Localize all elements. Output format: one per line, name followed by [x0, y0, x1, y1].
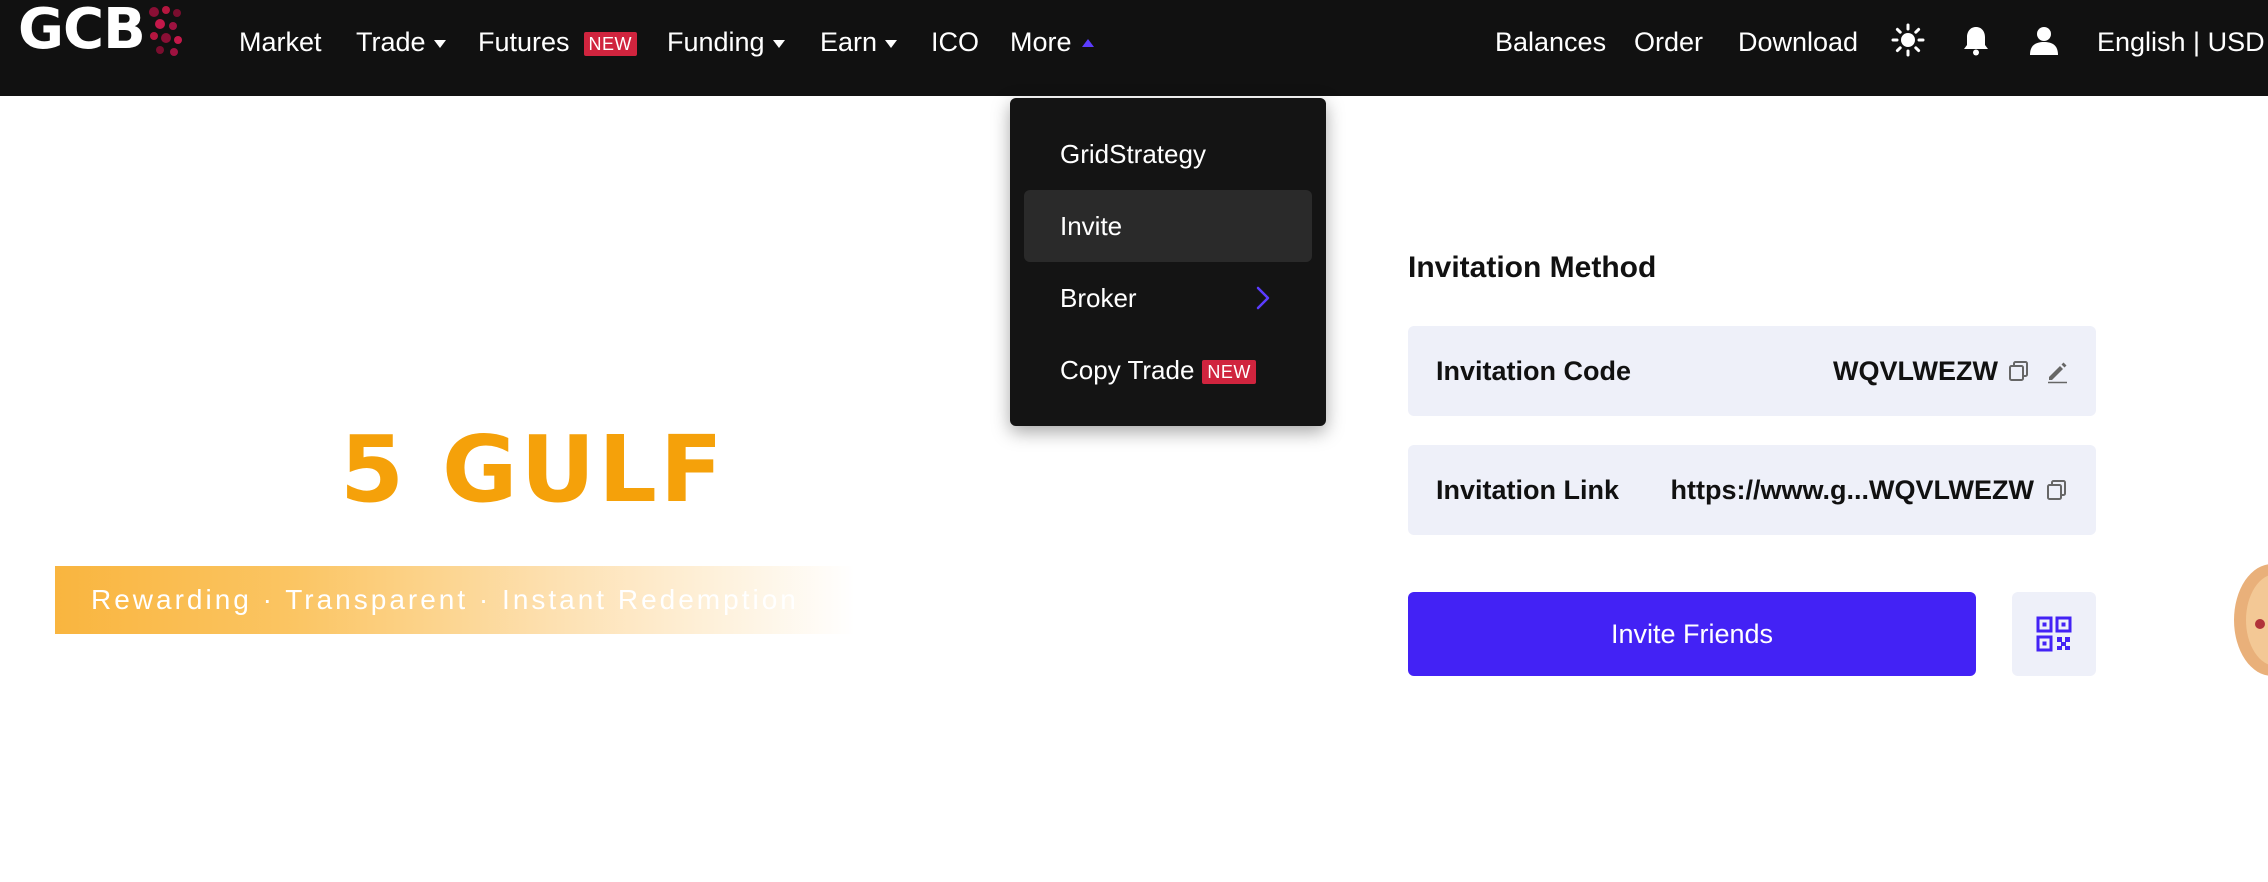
menu-item-label: Invite [1060, 210, 1123, 241]
invite-friends-label: Invite Friends [1610, 618, 1774, 649]
caret-down-icon [772, 40, 785, 48]
menu-item-copy-trade[interactable]: Copy Trade NEW [1024, 334, 1312, 406]
nav-ico-label: ICO [931, 26, 980, 57]
sun-icon [1891, 23, 1925, 57]
notifications-button[interactable] [1958, 22, 1994, 58]
theme-toggle[interactable] [1890, 22, 1926, 58]
logo-text: GCB [18, 0, 146, 62]
menu-item-broker[interactable]: Broker [1024, 262, 1312, 334]
invitation-method-title: Invitation Method [1408, 251, 1657, 284]
copy-icon[interactable] [2006, 358, 2032, 384]
nav-earn[interactable]: Earn [820, 22, 898, 62]
copy-icon[interactable] [2044, 477, 2070, 503]
nav-trade-label: Trade [356, 26, 426, 57]
user-icon [2030, 27, 2058, 55]
top-nav-bar: GCB Market Trade Futures NEW Funding Ear… [0, 0, 2268, 96]
qr-code-icon [2036, 616, 2072, 652]
locale-label: English | USD [2097, 26, 2265, 57]
nav-market[interactable]: Market [239, 22, 322, 62]
nav-order-label: Order [1634, 26, 1704, 57]
nav-more-label: More [1010, 26, 1072, 57]
nav-order[interactable]: Order [1634, 22, 1703, 62]
invitation-link-value: https://www.g...WQVLWEZW [1670, 475, 2034, 505]
menu-item-label: Broker [1060, 282, 1137, 313]
nav-ico[interactable]: ICO [931, 22, 979, 62]
nav-earn-label: Earn [820, 26, 878, 57]
menu-item-invite[interactable]: Invite [1024, 190, 1312, 262]
bell-icon [1964, 27, 1988, 56]
nav-download[interactable]: Download [1738, 22, 1858, 62]
promo-title: 5 GULF [340, 416, 726, 523]
promo-tagline: Rewarding · Transparent · Instant Redemp… [91, 584, 799, 615]
nav-balances-label: Balances [1495, 26, 1607, 57]
nav-balances[interactable]: Balances [1495, 22, 1606, 62]
decorative-coin-image [2234, 564, 2268, 676]
menu-item-label: Copy Trade [1060, 354, 1195, 385]
nav-trade[interactable]: Trade [356, 22, 446, 62]
menu-item-label: GridStrategy [1060, 138, 1206, 169]
promo-tagline-strip: Rewarding · Transparent · Instant Redemp… [55, 566, 855, 634]
account-button[interactable] [2026, 22, 2062, 58]
nav-futures-label: Futures [478, 26, 570, 57]
nav-download-label: Download [1738, 26, 1859, 57]
new-badge: NEW [583, 32, 638, 56]
invitation-code-box: Invitation Code WQVLWEZW [1408, 326, 2096, 416]
invite-friends-button[interactable]: Invite Friends [1408, 592, 1976, 676]
locale-selector[interactable]: English | USD [2097, 22, 2265, 62]
invitation-link-box: Invitation Link https://www.g...WQVLWEZW [1408, 445, 2096, 535]
chevron-right-icon [1256, 286, 1270, 310]
logo[interactable]: GCB [18, 2, 186, 58]
nav-funding[interactable]: Funding [667, 22, 785, 62]
caret-up-icon [1081, 39, 1094, 47]
nav-funding-label: Funding [667, 26, 765, 57]
invitation-link-label: Invitation Link [1436, 475, 1620, 505]
more-dropdown-menu: GridStrategy Invite Broker Copy Trade NE… [1010, 98, 1326, 426]
menu-item-gridstrategy[interactable]: GridStrategy [1024, 118, 1312, 190]
logo-mark-icon [148, 6, 182, 56]
nav-more[interactable]: More [1010, 22, 1094, 62]
nav-futures[interactable]: Futures NEW [478, 22, 638, 62]
qr-code-button[interactable] [2012, 592, 2096, 676]
edit-icon[interactable] [2044, 358, 2070, 384]
caret-down-icon [885, 40, 898, 48]
invitation-code-value: WQVLWEZW [1833, 356, 1998, 386]
nav-market-label: Market [239, 26, 322, 57]
invitation-code-label: Invitation Code [1436, 356, 1631, 386]
new-badge: NEW [1202, 360, 1256, 384]
caret-down-icon [433, 40, 446, 48]
